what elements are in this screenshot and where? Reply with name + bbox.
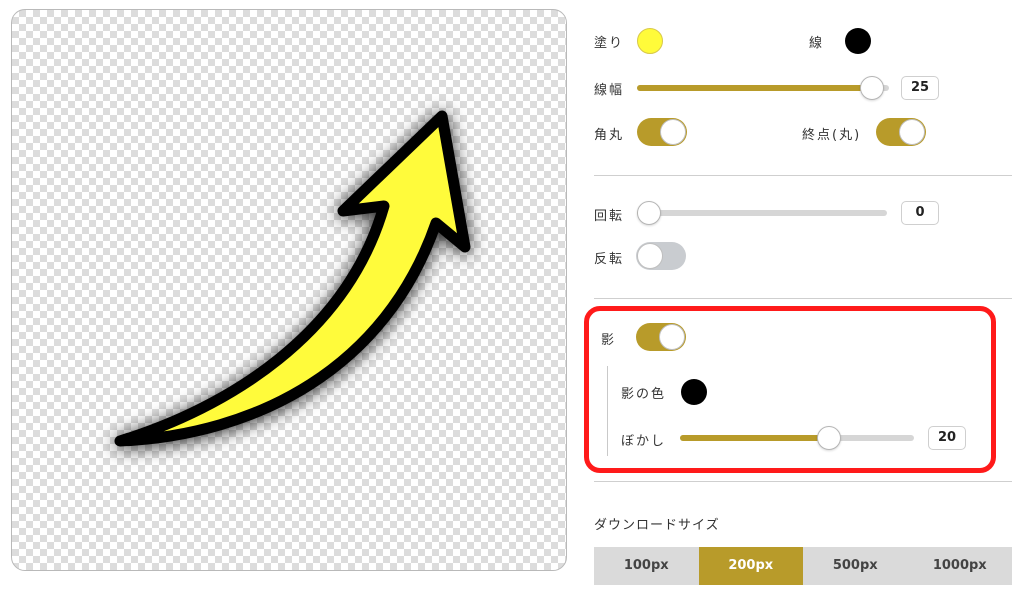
curved-arrow-icon [114,110,471,447]
stroke-width-slider[interactable] [637,76,889,100]
stroke-width-slider-thumb[interactable] [860,76,885,100]
section-divider [594,175,1012,176]
rotate-slider-thumb[interactable] [637,201,661,225]
blur-label: ぼかし [621,434,667,449]
size-option-1000[interactable]: 1000px [907,547,1012,585]
shadow-options-indent [607,366,608,456]
section-divider [594,481,1012,482]
size-option-100[interactable]: 100px [594,547,699,585]
rotate-slider[interactable] [637,201,887,225]
endpoint-round-toggle[interactable] [876,118,926,146]
shadow-label: 影 [601,333,617,348]
round-corner-label: 角丸 [594,128,625,143]
blur-value[interactable]: 20 [928,426,966,450]
size-option-200[interactable]: 200px [698,547,803,585]
stroke-width-value[interactable]: 25 [901,76,939,100]
fill-label: 塗り [594,36,625,51]
flip-label: 反転 [594,252,625,267]
fill-color-swatch[interactable] [637,28,663,54]
round-corner-toggle[interactable] [637,118,687,146]
blur-slider[interactable] [680,426,914,450]
stroke-color-swatch[interactable] [845,28,871,54]
endpoint-round-label: 終点(丸) [802,128,862,143]
shadow-toggle[interactable] [636,323,686,351]
stroke-width-label: 線幅 [594,83,625,98]
section-divider [594,298,1012,299]
rotate-label: 回転 [594,209,625,224]
size-option-500[interactable]: 500px [803,547,908,585]
shadow-color-swatch[interactable] [681,379,707,405]
shadow-color-label: 影の色 [621,387,667,402]
download-size-selector: 100px 200px 500px 1000px [594,547,1012,585]
blur-slider-thumb[interactable] [816,426,841,450]
stroke-label: 線 [809,36,825,51]
download-size-label: ダウンロードサイズ [594,518,720,533]
preview-canvas [11,9,567,571]
flip-toggle[interactable] [636,242,686,270]
rotate-value[interactable]: 0 [901,201,939,225]
